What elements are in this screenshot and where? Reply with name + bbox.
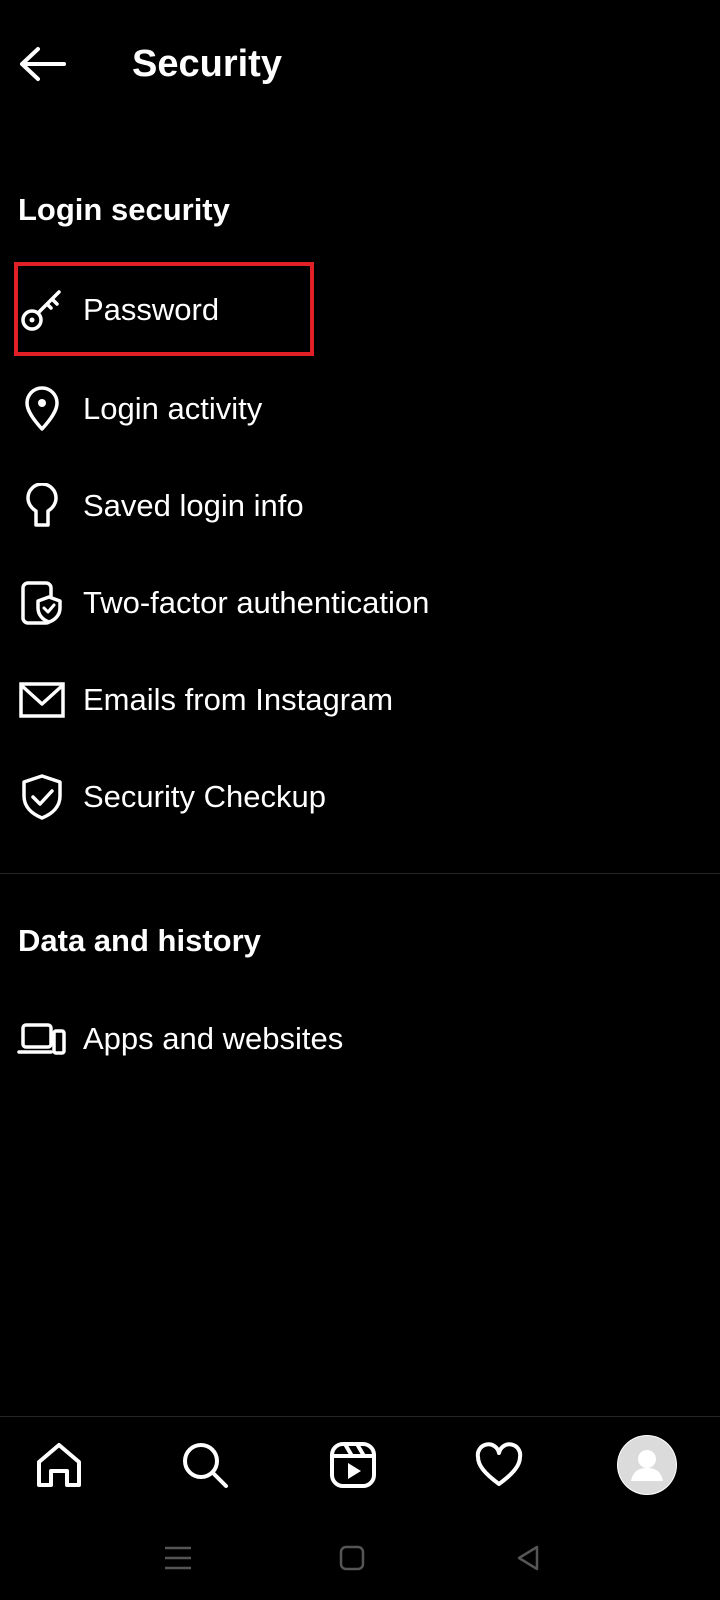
tab-search[interactable] — [170, 1430, 240, 1500]
home-nav-button[interactable] — [332, 1538, 372, 1578]
menu-item-security-checkup[interactable]: Security Checkup — [0, 752, 720, 842]
devices-icon — [16, 1014, 68, 1064]
square-icon — [339, 1545, 365, 1571]
menu-item-label: Security Checkup — [83, 779, 326, 814]
menu-item-two-factor-authentication[interactable]: Two-factor authentication — [0, 558, 720, 648]
triangle-back-icon — [517, 1545, 539, 1571]
mail-icon — [16, 675, 68, 725]
page-title: Security — [132, 43, 282, 85]
hamburger-icon — [165, 1546, 191, 1570]
phone-shield-icon — [16, 578, 68, 628]
tab-activity[interactable] — [464, 1430, 534, 1500]
heart-icon — [475, 1442, 523, 1486]
tab-profile[interactable] — [612, 1430, 682, 1500]
top-bar: Security — [0, 0, 720, 125]
section-title-data-and-history: Data and history — [18, 923, 261, 958]
bottom-tab-bar — [0, 1416, 720, 1512]
back-button[interactable] — [14, 40, 70, 88]
profile-avatar — [617, 1435, 677, 1495]
menu-item-saved-login-info[interactable]: Saved login info — [0, 461, 720, 551]
home-icon — [37, 1443, 81, 1487]
back-nav-button[interactable] — [508, 1538, 548, 1578]
menu-nav-button[interactable] — [158, 1538, 198, 1578]
search-icon — [183, 1443, 228, 1488]
section-divider — [0, 873, 720, 874]
arrow-left-icon — [20, 47, 66, 81]
menu-item-label: Login activity — [83, 391, 263, 426]
section-title-login-security: Login security — [18, 192, 230, 227]
menu-item-label: Emails from Instagram — [83, 682, 394, 717]
menu-item-login-activity[interactable]: Login activity — [0, 364, 720, 454]
tab-home[interactable] — [24, 1430, 94, 1500]
system-navigation-bar — [0, 1516, 720, 1600]
shield-check-icon — [16, 772, 68, 822]
menu-item-label: Apps and websites — [83, 1021, 344, 1056]
location-pin-icon — [16, 384, 68, 434]
default-user-icon — [618, 1436, 676, 1494]
menu-item-emails-from-instagram[interactable]: Emails from Instagram — [0, 655, 720, 745]
menu-item-label: Saved login info — [83, 488, 304, 523]
tab-reels[interactable] — [318, 1430, 388, 1500]
keyhole-icon — [16, 481, 68, 531]
menu-item-apps-and-websites[interactable]: Apps and websites — [0, 994, 720, 1084]
menu-item-label: Two-factor authentication — [83, 585, 430, 620]
highlight-box — [14, 262, 314, 356]
reels-icon — [330, 1442, 376, 1488]
